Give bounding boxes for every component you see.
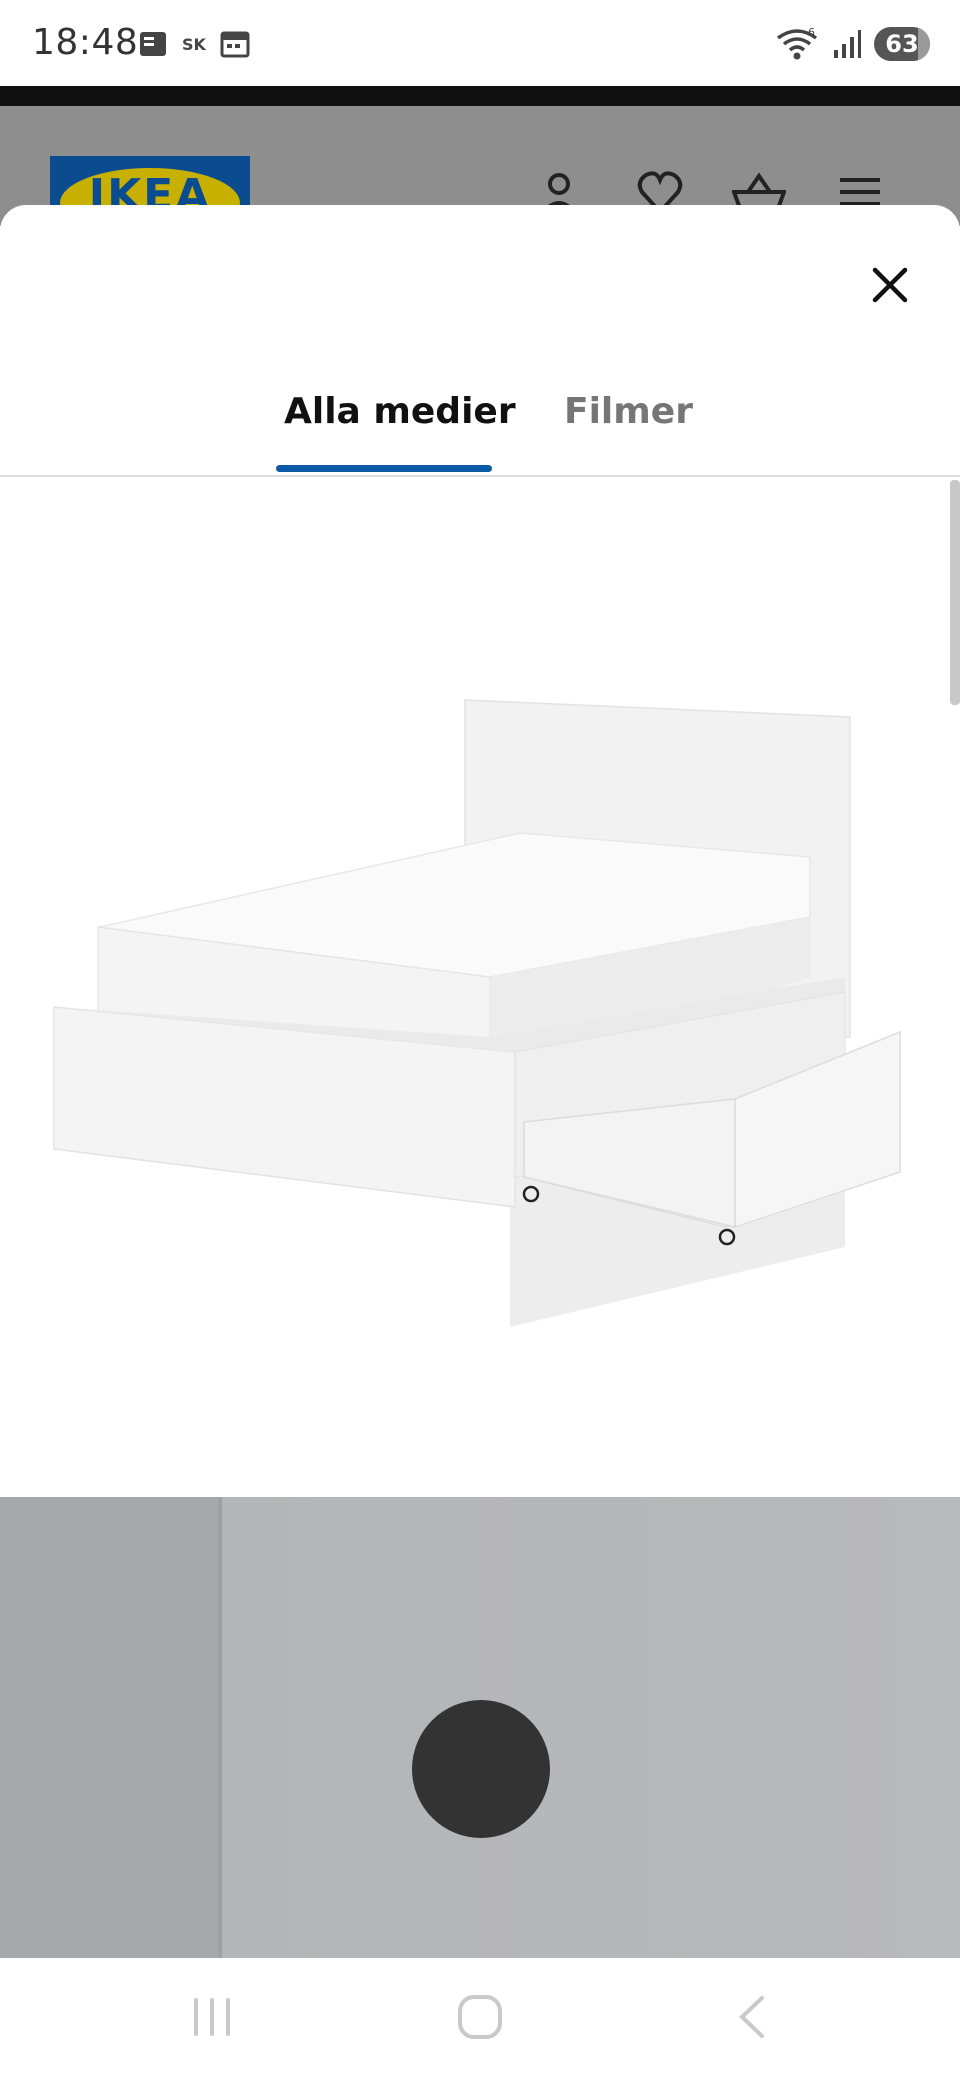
status-bar: 18:48 SK 6 63 <box>0 0 960 86</box>
status-icons-right: 6 63 <box>774 26 930 62</box>
menu-icon <box>840 178 880 206</box>
status-time: 18:48 <box>32 22 139 63</box>
status-icons-left: SK <box>138 30 250 58</box>
svg-text:SK: SK <box>182 35 207 54</box>
svg-text:6: 6 <box>808 26 815 39</box>
active-tab-indicator <box>276 465 492 472</box>
bed-image[interactable] <box>0 477 960 1497</box>
close-icon <box>872 267 908 303</box>
battery-icon: 63 <box>874 27 930 61</box>
media-modal: Alla medier Filmer <box>0 205 960 1958</box>
home-icon[interactable] <box>456 1994 504 2040</box>
recents-icon[interactable] <box>190 1994 236 2040</box>
navigation-bar <box>0 1958 960 2080</box>
signal-icon <box>834 30 861 58</box>
calendar-icon <box>220 31 250 58</box>
battery-level: 63 <box>885 30 919 58</box>
bed-illustration <box>53 699 901 1327</box>
top-divider <box>0 86 960 106</box>
wifi-icon: 6 <box>776 26 818 60</box>
floating-action-button[interactable] <box>412 1700 550 1838</box>
tab-films[interactable]: Filmer <box>564 391 693 432</box>
scrollbar[interactable] <box>950 480 960 705</box>
sync-icon: SK <box>182 35 207 54</box>
media-tabs: Alla medier Filmer <box>0 355 960 477</box>
back-icon[interactable] <box>734 1994 770 2040</box>
close-button[interactable] <box>860 255 920 315</box>
notification-icon <box>140 32 166 56</box>
tab-all-media[interactable]: Alla medier <box>284 391 516 432</box>
